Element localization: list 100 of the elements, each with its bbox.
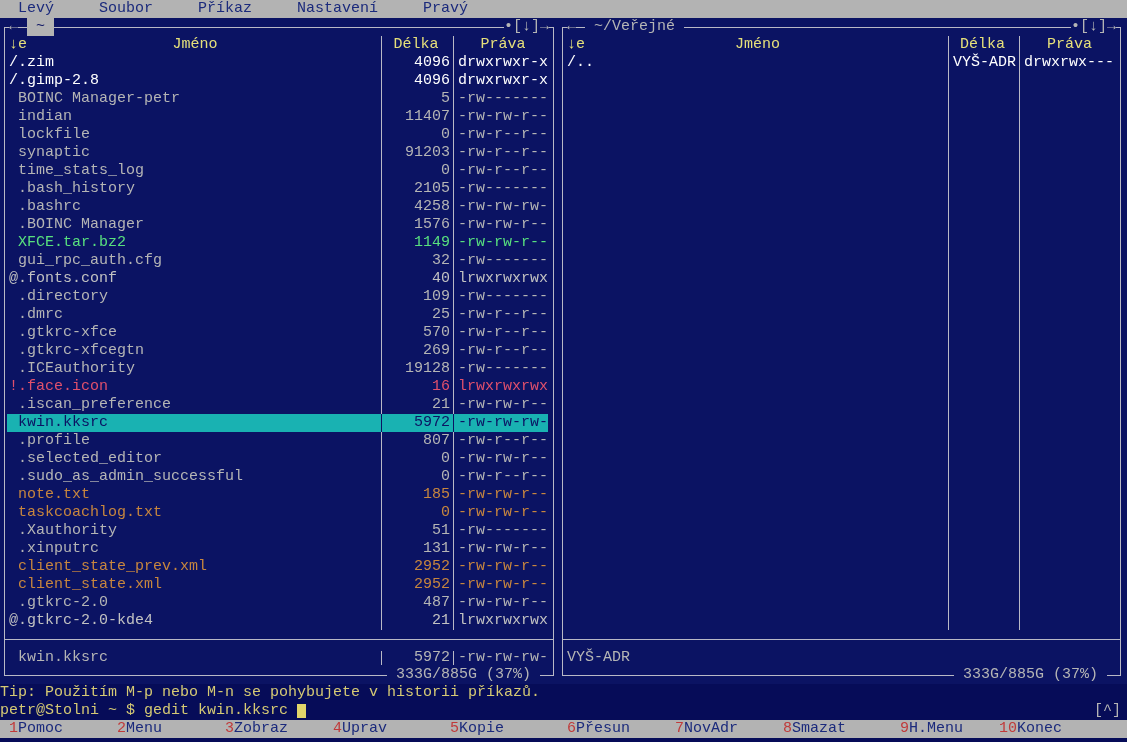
file-size: 40 (431, 270, 451, 288)
file-name[interactable]: .gtkrc-2.0 (7, 594, 381, 612)
column-header[interactable]: Jméno (735, 36, 780, 54)
function-key-button[interactable]: 4Uprav (324, 720, 441, 738)
menu-item[interactable]: Levý (18, 0, 54, 18)
function-key-button[interactable]: 7NovAdr (666, 720, 774, 738)
file-name[interactable]: !.face.icon (7, 378, 381, 396)
function-key-button[interactable]: 6Přesun (558, 720, 666, 738)
history-back-button[interactable]: ← (9, 18, 18, 36)
history-forward-button[interactable]: → (540, 18, 549, 36)
file-name[interactable]: client_state.xml (7, 576, 381, 594)
file-name[interactable]: note.txt (7, 486, 381, 504)
file-size: 131 (422, 540, 451, 558)
file-size: 4258 (413, 198, 451, 216)
file-name[interactable]: indian (7, 108, 381, 126)
column-header[interactable]: Délka (960, 36, 1005, 54)
disk-usage: 333G/885G (37%) (394, 666, 532, 684)
file-size: 2952 (413, 558, 451, 576)
file-size: 21 (431, 396, 451, 414)
file-name[interactable]: .gtkrc-xfce (7, 324, 381, 342)
file-size: 269 (422, 342, 451, 360)
file-name[interactable]: BOINC Manager-petr (7, 90, 381, 108)
sort-button[interactable]: ↓e (9, 36, 27, 54)
file-name[interactable]: .sudo_as_admin_successful (7, 468, 381, 486)
menu-item[interactable]: Soubor (99, 0, 154, 18)
file-permissions: -rw------- (457, 180, 548, 198)
mini-status-name: VYŠ-ADR (566, 649, 631, 667)
mini-status-name: kwin.kksrc (17, 649, 109, 667)
file-permissions: drwxrwxr-x (457, 72, 548, 90)
file-name[interactable]: kwin.kksrc (7, 414, 381, 432)
file-permissions: -rw-rw-r-- (457, 234, 548, 252)
file-permissions: drwxrwxr-x (457, 54, 548, 72)
file-size: 19128 (404, 360, 451, 378)
file-name[interactable]: .directory (7, 288, 381, 306)
file-name[interactable]: .selected_editor (7, 450, 381, 468)
file-name[interactable]: .iscan_preference (7, 396, 381, 414)
file-name[interactable]: /.zim (7, 54, 381, 72)
file-name[interactable]: .ICEauthority (7, 360, 381, 378)
sort-button[interactable]: ↓e (567, 36, 585, 54)
column-header[interactable]: Jméno (172, 36, 218, 54)
history-list-button[interactable]: [↓] (1079, 18, 1107, 36)
hotlist-button[interactable]: • (503, 18, 513, 36)
file-name[interactable]: synaptic (7, 144, 381, 162)
file-size: 51 (431, 522, 451, 540)
file-permissions: -rw-rw-rw- (457, 198, 548, 216)
file-name[interactable]: .dmrc (7, 306, 381, 324)
file-permissions: -rw-rw-r-- (457, 450, 548, 468)
file-size: 185 (422, 486, 451, 504)
column-header[interactable]: Práva (1047, 36, 1092, 54)
file-name[interactable]: .gtkrc-xfcegtn (7, 342, 381, 360)
file-name[interactable]: .Xauthority (7, 522, 381, 540)
file-name[interactable]: /.gimp-2.8 (7, 72, 381, 90)
file-name[interactable]: gui_rpc_auth.cfg (7, 252, 381, 270)
function-key-button[interactable]: 1Pomoc (0, 720, 108, 738)
file-permissions: -rw-r--r-- (457, 306, 548, 324)
hotlist-button[interactable]: • (1070, 18, 1080, 36)
file-name[interactable]: .xinputrc (7, 540, 381, 558)
command-input[interactable]: gedit kwin.kksrc (144, 702, 1094, 720)
file-name[interactable]: lockfile (7, 126, 381, 144)
menu-item[interactable]: Příkaz (198, 0, 253, 18)
function-key-button[interactable]: 2Menu (108, 720, 216, 738)
file-permissions: -rw------- (457, 252, 548, 270)
file-name[interactable]: @.fonts.conf (7, 270, 381, 288)
function-key-button[interactable]: 3Zobraz (216, 720, 324, 738)
mini-status-permissions: -rw-rw-rw- (453, 649, 548, 667)
file-name[interactable]: taskcoachlog.txt (7, 504, 381, 522)
file-name[interactable]: XFCE.tar.bz2 (7, 234, 381, 252)
history-button[interactable]: [^] (1094, 702, 1121, 720)
file-permissions: -rw-rw-r-- (457, 540, 548, 558)
column-header[interactable]: Délka (393, 36, 439, 54)
file-name[interactable]: client_state_prev.xml (7, 558, 381, 576)
file-name[interactable]: @.gtkrc-2.0-kde4 (7, 612, 381, 630)
menu-item[interactable]: Pravý (423, 0, 469, 18)
file-size: 1576 (413, 216, 451, 234)
file-permissions: -rw-rw-r-- (457, 504, 548, 522)
file-permissions: drwxrwx--- (1023, 54, 1115, 72)
function-key-button[interactable]: 9H.Menu (891, 720, 999, 738)
function-key-button[interactable]: 8Smazat (774, 720, 891, 738)
function-key-button[interactable]: 10Konec (999, 720, 1127, 738)
file-name[interactable]: time_stats_log (7, 162, 381, 180)
function-key-button[interactable]: 5Kopie (441, 720, 558, 738)
file-size: 0 (440, 468, 451, 486)
file-permissions: -rw-rw-r-- (457, 396, 548, 414)
file-size: 2952 (413, 576, 451, 594)
history-forward-button[interactable]: → (1107, 18, 1116, 36)
panel-title: ~/Veřejné (593, 18, 677, 36)
file-name[interactable]: /.. (565, 54, 948, 72)
file-permissions: -rw-rw-r-- (457, 594, 548, 612)
disk-usage: 333G/885G (37%) (961, 666, 1099, 684)
history-list-button[interactable]: [↓] (512, 18, 540, 36)
file-name[interactable]: .BOINC Manager (7, 216, 381, 234)
file-name[interactable]: .profile (7, 432, 381, 450)
file-permissions: -rw-r--r-- (457, 324, 548, 342)
history-back-button[interactable]: ← (567, 18, 576, 36)
column-header[interactable]: Práva (480, 36, 526, 54)
menu-item[interactable]: Nastavení (297, 0, 379, 18)
tip-text: Tip: Použitím M-p nebo M-n se pohybujete v historii příkazů. (0, 684, 541, 701)
file-name[interactable]: .bashrc (7, 198, 381, 216)
file-name[interactable]: .bash_history (7, 180, 381, 198)
text-cursor-icon (297, 704, 307, 718)
